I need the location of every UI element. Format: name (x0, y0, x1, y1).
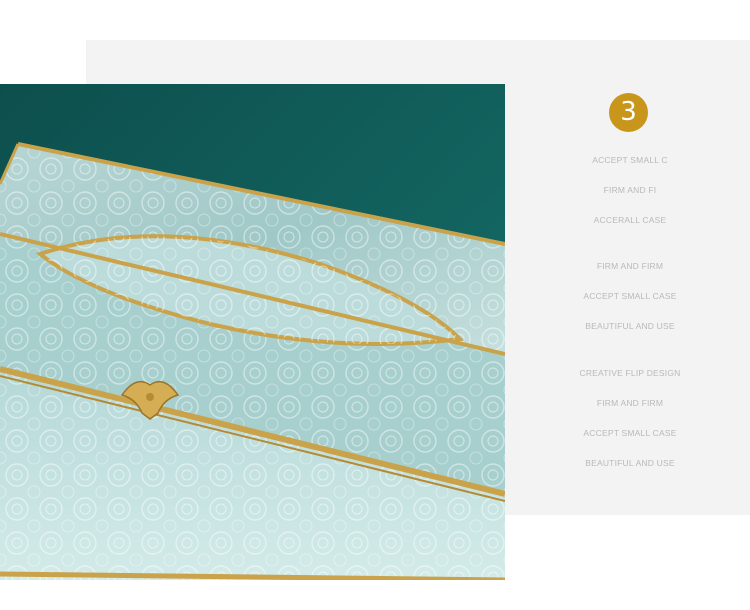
caption-8: FIRM AND FIRM (596, 398, 664, 408)
step-number-badge: 3 (609, 93, 648, 132)
caption-9: ACCEPT SMALL CASE (583, 428, 677, 438)
caption-5: ACCEPT SMALL CASE (583, 291, 677, 301)
caption-7: CREATIVE FLIP DESIGN (579, 368, 681, 378)
caption-1: ACCEPT SMALL C (592, 155, 668, 165)
caption-6: BEAUTIFUL AND USE (585, 321, 675, 331)
caption-2: FIRM AND FI (603, 185, 657, 195)
caption-3: ACCERALL CASE (593, 215, 667, 225)
caption-10: BEAUTIFUL AND USE (585, 458, 675, 468)
product-photo (0, 84, 505, 580)
caption-4: FIRM AND FIRM (596, 261, 664, 271)
